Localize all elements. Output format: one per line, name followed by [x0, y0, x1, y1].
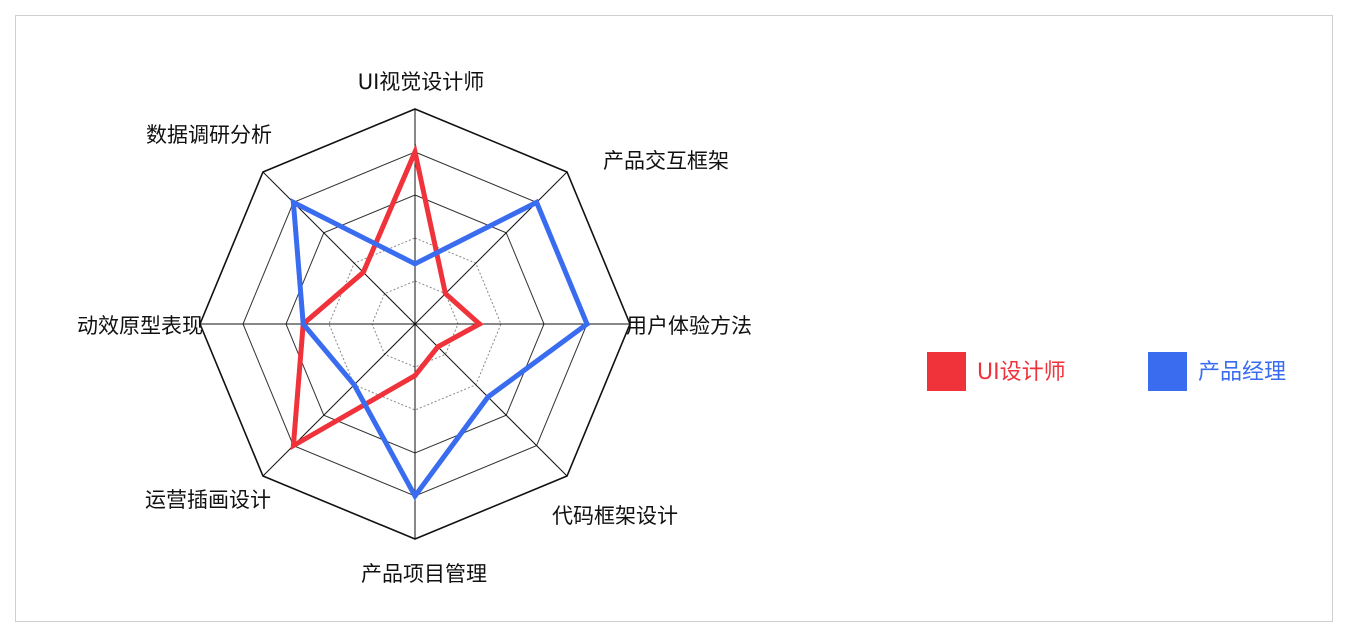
legend-swatch-ui-designer: [927, 352, 966, 391]
series-1-point-4: [435, 344, 441, 350]
series-2-point-1: [412, 261, 418, 267]
series-2-point-5: [412, 493, 418, 499]
series-1-point-8: [360, 269, 366, 275]
axis-label-3: 用户体验方法: [626, 314, 752, 338]
series-2-point-3: [584, 321, 590, 327]
axis-label-7: 动效原型表现: [77, 314, 203, 338]
axis-label-4: 代码框架设计: [552, 504, 678, 528]
legend-swatch-product-manager: [1148, 352, 1187, 391]
legend-label-ui-designer: UI设计师: [977, 360, 1066, 385]
series-1-point-2: [442, 291, 448, 297]
series-1-point-5: [412, 373, 418, 379]
legend: UI设计师 产品经理: [927, 352, 1286, 391]
series-1-point-6: [290, 443, 296, 449]
series-2-point-6: [351, 382, 357, 388]
series-2-point-2: [534, 199, 540, 205]
axis-label-1: UI视觉设计师: [358, 70, 485, 94]
series-2-point-8: [290, 199, 296, 205]
radar-spokes: [200, 109, 630, 539]
legend-label-product-manager: 产品经理: [1198, 360, 1286, 385]
axis-label-8: 数据调研分析: [146, 123, 272, 147]
series-2-point-4: [485, 394, 491, 400]
series-1-point-1: [412, 149, 418, 155]
axis-label-6: 运营插画设计: [145, 488, 271, 512]
series-1-point-3: [477, 321, 482, 327]
series-2-point-7: [300, 321, 306, 327]
series-line-1: [290, 143, 484, 451]
radar-chart: UI视觉设计师产品交互框架用户体验方法代码框架设计产品项目管理 运营插画设计 动效原…: [77, 70, 1286, 586]
axis-label-2: 产品交互框架: [603, 149, 729, 173]
axis-label-5: 产品项目管理: [361, 562, 487, 586]
